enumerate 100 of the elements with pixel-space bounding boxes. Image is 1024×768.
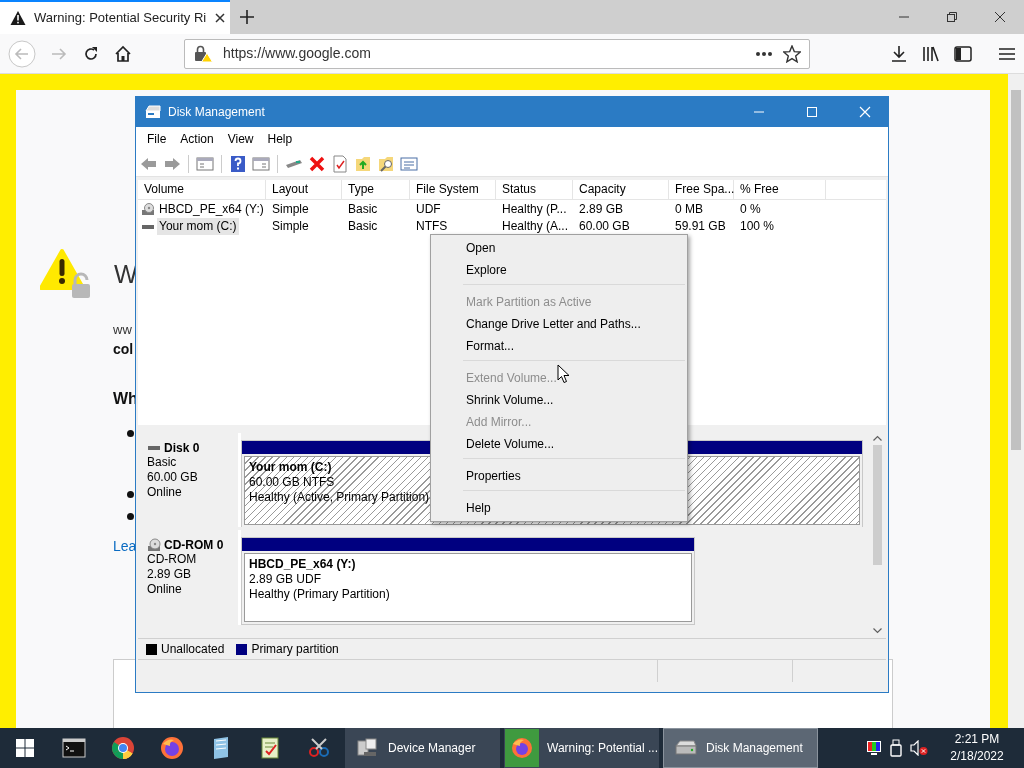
terminal-icon[interactable] <box>61 736 86 760</box>
arrow-down-icon[interactable] <box>873 628 882 634</box>
column-header[interactable]: Layout <box>266 180 342 199</box>
table-cell-text: 100 % <box>739 218 776 235</box>
bullet-icon <box>127 430 134 437</box>
partition-detail: 60.00 GB NTFS <box>249 475 335 490</box>
table-cell-text: 0 MB <box>674 201 704 218</box>
menu-item[interactable]: Action <box>173 127 221 151</box>
menu-item[interactable]: File <box>140 127 174 151</box>
scrollbar-thumb[interactable] <box>1011 90 1021 450</box>
table-cell-text: 59.91 GB <box>674 218 727 235</box>
column-header[interactable]: Status <box>496 180 573 199</box>
arrow-up-icon[interactable] <box>873 435 882 441</box>
menu-item[interactable]: Change Drive Letter and Paths... <box>433 313 685 335</box>
warning-icon <box>10 10 26 26</box>
menu-item[interactable]: Help <box>433 497 685 519</box>
menu-item[interactable]: Format... <box>433 335 685 357</box>
learn-link[interactable]: Lea <box>113 537 137 555</box>
browser-icon[interactable] <box>159 736 184 760</box>
partition[interactable]: HBCD_PE_x64 (Y:) 2.89 GB UDF Healthy (Primary Partition) <box>241 537 696 625</box>
sidebar-icon[interactable] <box>954 44 972 63</box>
partition-detail: 2.89 GB UDF <box>249 572 322 587</box>
column-header[interactable]: Capacity <box>573 180 669 199</box>
new-tab-icon[interactable] <box>240 10 254 24</box>
home-icon[interactable] <box>114 44 132 63</box>
page-text: ww <box>113 321 132 339</box>
delete-icon[interactable] <box>308 154 326 173</box>
disk-type: CD-ROM <box>147 552 198 568</box>
star-icon[interactable] <box>783 44 801 63</box>
folder-up-icon[interactable] <box>354 154 372 173</box>
table-cell[interactable]: Your mom (C:) <box>157 218 239 235</box>
address-bar[interactable]: https://www.google.com <box>184 38 810 69</box>
scissors-icon[interactable] <box>306 736 331 760</box>
legend-label: Unallocated <box>161 641 225 657</box>
partition-title: HBCD_PE_x64 (Y:) <box>249 557 356 572</box>
disk-type: Basic <box>147 455 178 471</box>
clock-date: 2/18/2022 <box>949 748 1005 765</box>
document-check-icon[interactable] <box>331 154 349 173</box>
lock-warning-icon <box>193 44 213 63</box>
tab-title: Warning: Potential Security Ri <box>34 10 207 26</box>
legend-label: Primary partition <box>251 641 339 657</box>
table-cell[interactable]: HBCD_PE_x64 (Y:) <box>157 201 266 218</box>
column-header[interactable]: File System <box>410 180 496 199</box>
speaker-muted-icon[interactable] <box>910 740 928 756</box>
close-icon[interactable] <box>214 12 227 24</box>
menu-item[interactable]: Open <box>433 237 685 259</box>
maximize-icon[interactable] <box>806 106 818 118</box>
download-icon[interactable] <box>890 44 908 63</box>
display-icon[interactable] <box>866 740 882 756</box>
help-icon[interactable] <box>229 154 247 173</box>
more-icon[interactable] <box>755 50 773 57</box>
scrollbar-thumb[interactable] <box>873 445 882 565</box>
menu-item[interactable]: Shrink Volume... <box>433 389 685 411</box>
reload-icon[interactable] <box>82 44 100 63</box>
cd-drive-icon <box>141 203 155 216</box>
browser-icon[interactable] <box>110 736 135 760</box>
taskbar-button[interactable]: Disk Management <box>663 728 818 768</box>
clock[interactable]: 2:21 PM 2/18/2022 <box>942 731 1012 765</box>
page-text: col <box>113 340 134 358</box>
column-header[interactable]: Free Spa... <box>669 180 734 199</box>
usb-icon[interactable] <box>890 739 902 757</box>
table-cell-text: Healthy (A... <box>501 218 570 235</box>
window-title: Disk Management <box>168 104 266 120</box>
table-cell-text: NTFS <box>415 218 449 235</box>
partition-status: Healthy (Active, Primary Partition) <box>249 490 430 505</box>
table-cell-text: Basic <box>347 201 379 218</box>
taskbar-button[interactable]: Warning: Potential ... <box>504 728 659 768</box>
table-cell-text: 0 % <box>739 201 762 218</box>
column-header[interactable]: % Free <box>734 180 826 199</box>
table-cell-text: Healthy (P... <box>501 201 568 218</box>
menu-item[interactable]: Explore <box>433 259 685 281</box>
column-header[interactable]: Type <box>342 180 410 199</box>
disk-label[interactable]: Disk 0 Basic 60.00 GB Online <box>138 433 241 527</box>
browser-icon <box>510 736 534 760</box>
cursor-icon <box>557 364 570 384</box>
library-icon[interactable] <box>922 44 940 63</box>
close-icon[interactable] <box>994 11 1006 23</box>
taskbar-button[interactable]: Device Manager <box>345 728 500 768</box>
menu-item[interactable]: Properties <box>433 465 685 487</box>
clock-time: 2:21 PM <box>953 731 1001 748</box>
bullet-icon <box>127 513 134 520</box>
disk-status: Online <box>147 485 183 501</box>
disk-size: 60.00 GB <box>147 470 199 486</box>
windows-logo-icon[interactable] <box>15 739 34 757</box>
folder-search-icon[interactable] <box>377 154 395 173</box>
restore-icon[interactable] <box>946 11 958 23</box>
table-cell-text: 2.89 GB <box>578 201 625 218</box>
menu-item[interactable]: Help <box>260 127 300 151</box>
disk-label[interactable]: CD-ROM 0 CD-ROM 2.89 GB Online <box>138 530 241 625</box>
disk-name: Disk 0 <box>164 441 200 456</box>
disk-management-icon <box>145 104 161 120</box>
warning-lock-icon <box>40 248 92 300</box>
browser-tab[interactable]: Warning: Potential Security Ri <box>0 0 230 34</box>
column-header[interactable]: Volume <box>138 180 266 199</box>
partition-title: Your mom (C:) <box>249 460 332 475</box>
menu-item[interactable]: View <box>220 127 261 151</box>
bullet-icon <box>127 491 134 498</box>
menu-item[interactable]: Delete Volume... <box>433 433 685 455</box>
table-cell-text: UDF <box>415 201 442 218</box>
table-cell-text: Simple <box>271 218 310 235</box>
